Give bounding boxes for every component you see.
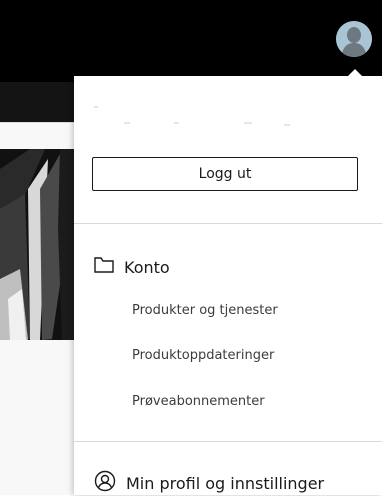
content-divider [0, 122, 74, 123]
account-dropdown-menu [74, 76, 382, 495]
user-circle-icon [94, 470, 116, 496]
avatar[interactable] [336, 21, 372, 57]
folder-icon [94, 257, 114, 277]
menu-item-products-services[interactable]: Produkter og tjenester [132, 303, 278, 318]
hero-image [0, 149, 74, 340]
profile-settings-label: Min profil og innstillinger [126, 473, 325, 493]
user-info-placeholder [94, 104, 304, 134]
menu-divider [74, 223, 382, 224]
menu-item-trials[interactable]: Prøveabonnementer [132, 394, 265, 409]
avatar-icon [336, 21, 372, 57]
dropdown-caret [347, 69, 363, 77]
menu-item-profile-settings[interactable]: Min profil og innstillinger [94, 470, 324, 496]
account-section-header: Konto [94, 254, 170, 280]
account-section-title: Konto [124, 257, 170, 277]
menu-item-product-updates[interactable]: Produktoppdateringer [132, 348, 274, 363]
logout-button[interactable]: Logg ut [92, 157, 358, 191]
menu-divider [74, 441, 382, 442]
hero-graphic [0, 149, 74, 340]
top-navigation-bar [0, 0, 382, 82]
